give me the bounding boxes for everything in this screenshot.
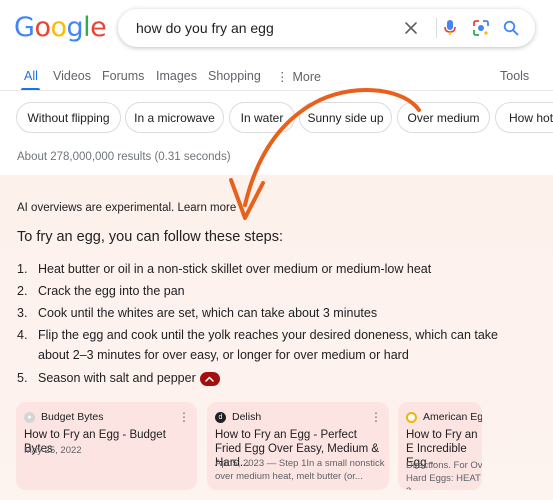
chip-how-hot[interactable]: How hot (495, 102, 553, 133)
search-box[interactable]: how do you fry an egg (118, 9, 535, 47)
ai-overview-heading: To fry an egg, you can follow these step… (17, 229, 283, 245)
card-meta: Apr 5, 2023 — Step 1In a small nonstick … (215, 458, 385, 482)
source-card[interactable]: American Egg How to Fry an E Incredible … (398, 402, 482, 490)
card-source: ● Budget Bytes (24, 411, 103, 423)
chip-in-water[interactable]: In water (229, 102, 295, 133)
step-number: 1. (17, 262, 28, 276)
ai-note-text: AI overviews are experimental. (17, 202, 175, 214)
chip-over-medium[interactable]: Over medium (397, 102, 490, 133)
search-tabs: All Videos Forums Images Shopping ⋮ More … (0, 64, 553, 91)
step-number: 2. (17, 284, 28, 298)
search-icon[interactable] (498, 15, 524, 41)
google-logo[interactable]: Google (14, 12, 107, 43)
more-vert-icon[interactable]: ⋮ (370, 410, 382, 424)
tab-forums[interactable]: Forums (102, 69, 144, 83)
step-text: Cook until the whites are set, which can… (38, 306, 378, 320)
step-text: Flip the egg and cook until the yolk rea… (38, 328, 498, 362)
budget-bytes-icon: ● (24, 411, 35, 423)
delish-icon: d (215, 411, 226, 423)
chip-in-a-microwave[interactable]: In a microwave (125, 102, 224, 133)
card-source: American Egg (406, 411, 482, 423)
card-meta: May 25, 2022 (24, 445, 82, 456)
tab-tools[interactable]: Tools (500, 69, 529, 83)
step-text: Crack the egg into the pan (38, 284, 185, 298)
source-card[interactable]: ● Budget Bytes ⋮ How to Fry an Egg - Bud… (16, 402, 197, 490)
lens-icon[interactable] (468, 15, 494, 41)
tab-shopping[interactable]: Shopping (208, 69, 261, 83)
card-source: d Delish (215, 411, 261, 423)
step-text: Season with salt and pepper (38, 368, 508, 388)
american-egg-icon (406, 411, 417, 423)
tab-all[interactable]: All (24, 69, 38, 83)
step-text: Heat butter or oil in a non-stick skille… (38, 262, 432, 276)
step-text-label: Season with salt and pepper (38, 371, 196, 385)
source-card[interactable]: d Delish ⋮ How to Fry an Egg - Perfect F… (207, 402, 389, 490)
more-vert-icon: ⋮ (276, 70, 289, 84)
chip-sunny-side-up[interactable]: Sunny side up (299, 102, 392, 133)
collapse-button[interactable] (199, 371, 220, 386)
step-number: 4. (17, 328, 28, 342)
tab-videos[interactable]: Videos (53, 69, 91, 83)
ai-overview-note: AI overviews are experimental. Learn mor… (17, 202, 236, 214)
chevron-up-icon (205, 376, 214, 382)
microphone-icon[interactable] (437, 15, 463, 41)
card-source-name: Budget Bytes (41, 411, 104, 423)
results-count: About 278,000,000 results (0.31 seconds) (17, 151, 231, 163)
tab-images[interactable]: Images (156, 69, 197, 83)
step-number: 5. (17, 371, 28, 385)
tab-more-label: More (292, 70, 321, 84)
card-meta: Directions. For Ov Hard Eggs: HEAT 2 (406, 460, 482, 490)
card-source-name: American Egg (423, 411, 482, 423)
tabs-divider (0, 90, 553, 91)
learn-more-link[interactable]: Learn more (177, 202, 236, 214)
card-source-name: Delish (232, 411, 262, 423)
more-vert-icon[interactable]: ⋮ (178, 410, 190, 424)
search-input[interactable]: how do you fry an egg (136, 20, 274, 36)
tab-more[interactable]: ⋮ More (276, 69, 321, 84)
step-number: 3. (17, 306, 28, 320)
chip-without-flipping[interactable]: Without flipping (16, 102, 121, 133)
clear-icon[interactable] (398, 15, 424, 41)
